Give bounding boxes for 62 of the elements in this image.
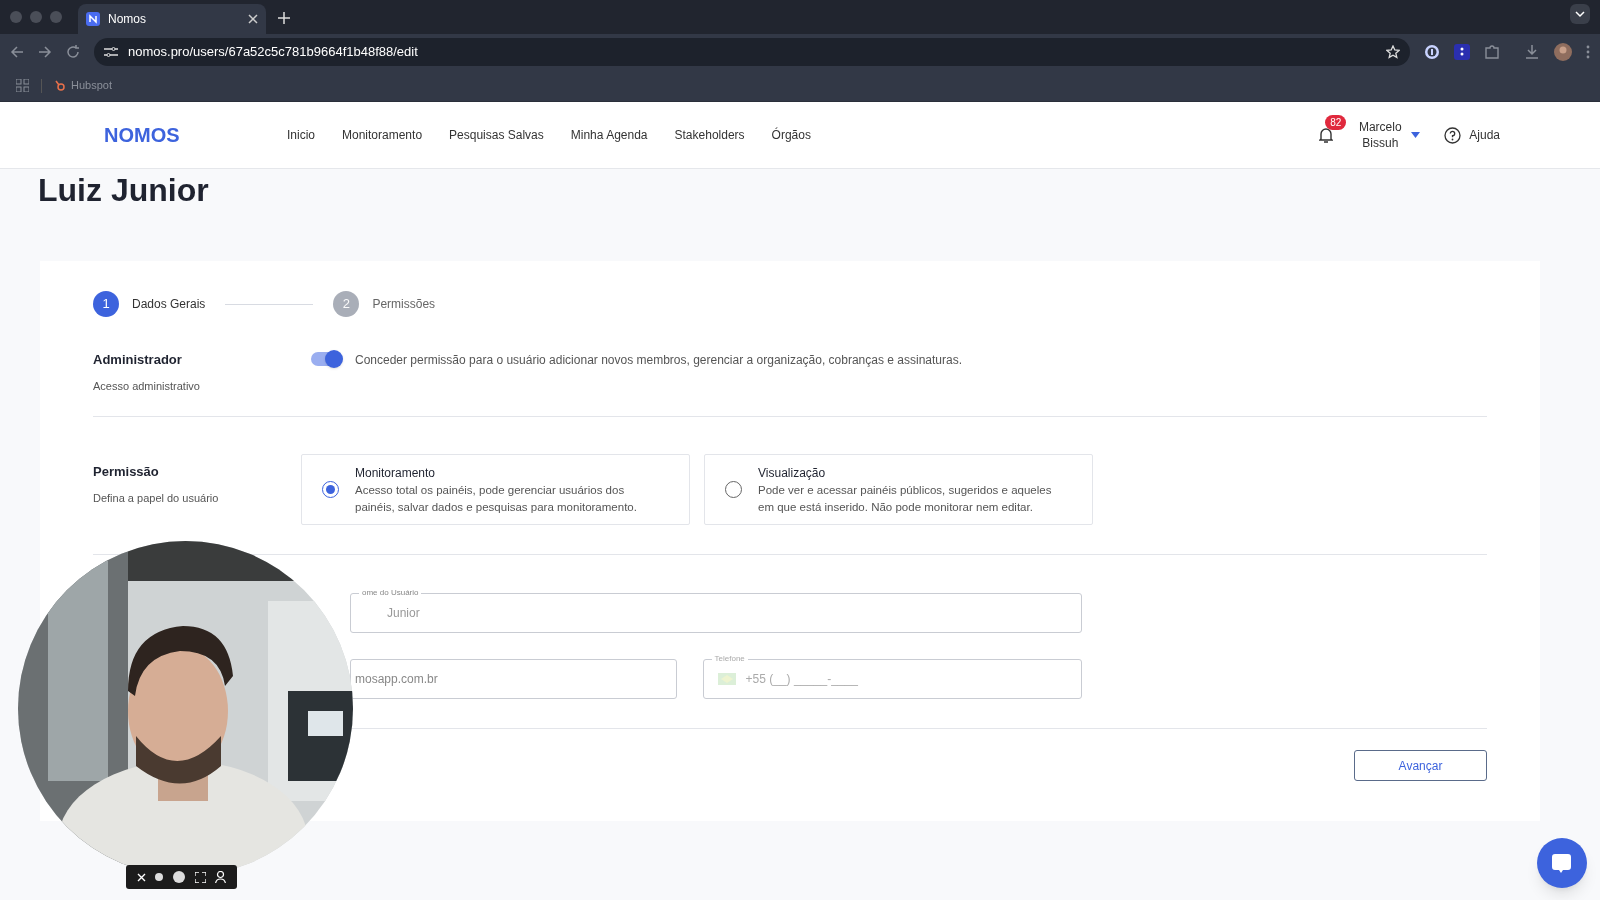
bookmark-link[interactable]: Hubspot [54, 77, 112, 94]
step-number: 1 [93, 291, 119, 317]
nav-link[interactable]: Pesquisas Salvas [449, 126, 544, 144]
option-description: Pode ver e acessar painéis públicos, sugeridos e aqueles em que está inserido. Não pode monitorar nem editar. [758, 483, 1053, 515]
apps-grid-icon[interactable] [16, 79, 29, 92]
bell-icon[interactable] [1319, 127, 1334, 143]
site-settings-icon[interactable] [104, 46, 118, 58]
option-title: Visualização [758, 465, 827, 482]
next-button[interactable]: Avançar [1354, 750, 1487, 781]
email-field[interactable]: mosapp.com.br [350, 659, 677, 699]
help-link[interactable]: Ajuda [1469, 126, 1500, 144]
notification-badge: 82 [1325, 115, 1347, 130]
section-subtitle: Defina a papel do usuário [93, 490, 220, 506]
nav-link[interactable]: Stakeholders [674, 126, 745, 144]
person-icon[interactable] [215, 871, 227, 883]
help-icon[interactable] [1444, 126, 1462, 144]
address-bar[interactable]: nomos.pro/users/67a52c5c781b9664f1b48f88/edit [94, 38, 1410, 66]
option-description: Acesso total os painéis, pode gerenciar usuários dos painéis, salvar dados e pesquisas para monitoramento. [355, 483, 638, 515]
admin-toggle[interactable] [311, 352, 342, 366]
reload-icon[interactable] [66, 45, 80, 59]
section-title: Permissão [93, 463, 160, 481]
step-label[interactable]: Permissões [372, 295, 436, 313]
section-title: Administrador [93, 351, 183, 369]
role-option-card[interactable]: Visualização Pode ver e acessar painéis públicos, sugeridos e aqueles em que está inserido. Não pode monitorar nem editar. [704, 454, 1093, 525]
forward-icon[interactable] [38, 45, 52, 59]
option-title: Monitoramento [355, 465, 437, 482]
role-option-card[interactable]: Monitoramento Acesso total os painéis, pode gerenciar usuários dos painéis, salvar dados e pesquisas para monitoramento. [301, 454, 690, 525]
nav-link[interactable]: Inicio [287, 126, 315, 144]
chat-button[interactable] [1537, 838, 1587, 888]
tab-title: Nomos [108, 11, 147, 28]
nav-link[interactable]: Minha Agenda [570, 126, 648, 144]
menu-icon[interactable] [1586, 45, 1590, 59]
field-placeholder: +55 (__) _____-____ [745, 671, 858, 688]
admin-description: Conceder permissão para o usuário adicionar novos membros, gerenciar a organização, cobranças e assinaturas. [355, 352, 962, 369]
star-icon[interactable] [1386, 45, 1400, 59]
user-name[interactable]: Marcelo Bissuh [1353, 119, 1408, 151]
url-text: nomos.pro/users/67a52c5c781b9664f1b48f88/edit [128, 43, 419, 62]
section-subtitle: Acesso administrativo [93, 378, 201, 394]
chevron-down-icon[interactable] [1570, 4, 1590, 24]
password-manager-icon[interactable] [1424, 44, 1440, 60]
close-icon[interactable] [248, 14, 258, 24]
profile-avatar-icon[interactable] [1554, 43, 1572, 61]
large-dot-icon[interactable] [173, 871, 185, 883]
field-value: Junior [387, 605, 420, 622]
caret-icon[interactable] [1411, 132, 1421, 138]
small-dot-icon[interactable] [155, 873, 164, 881]
browser-tab[interactable]: Nomos [78, 4, 266, 34]
nav-link[interactable]: Monitoramento [342, 126, 423, 144]
chat-bubble-icon [1550, 852, 1574, 874]
extension-icon[interactable] [1454, 44, 1470, 60]
back-icon[interactable] [10, 45, 24, 59]
field-value: mosapp.com.br [355, 671, 438, 688]
fullscreen-icon[interactable] [194, 871, 206, 883]
step-label[interactable]: Dados Gerais [132, 295, 206, 313]
nav-link[interactable]: Órgãos [771, 126, 811, 144]
flag-icon [717, 673, 736, 685]
new-tab-icon[interactable] [278, 12, 290, 24]
tab-favicon-icon [86, 12, 100, 26]
step-number: 2 [333, 291, 360, 317]
page-title: Luiz Junior [38, 174, 209, 206]
download-icon[interactable] [1524, 44, 1540, 60]
logo[interactable]: NOMOS [104, 120, 287, 150]
